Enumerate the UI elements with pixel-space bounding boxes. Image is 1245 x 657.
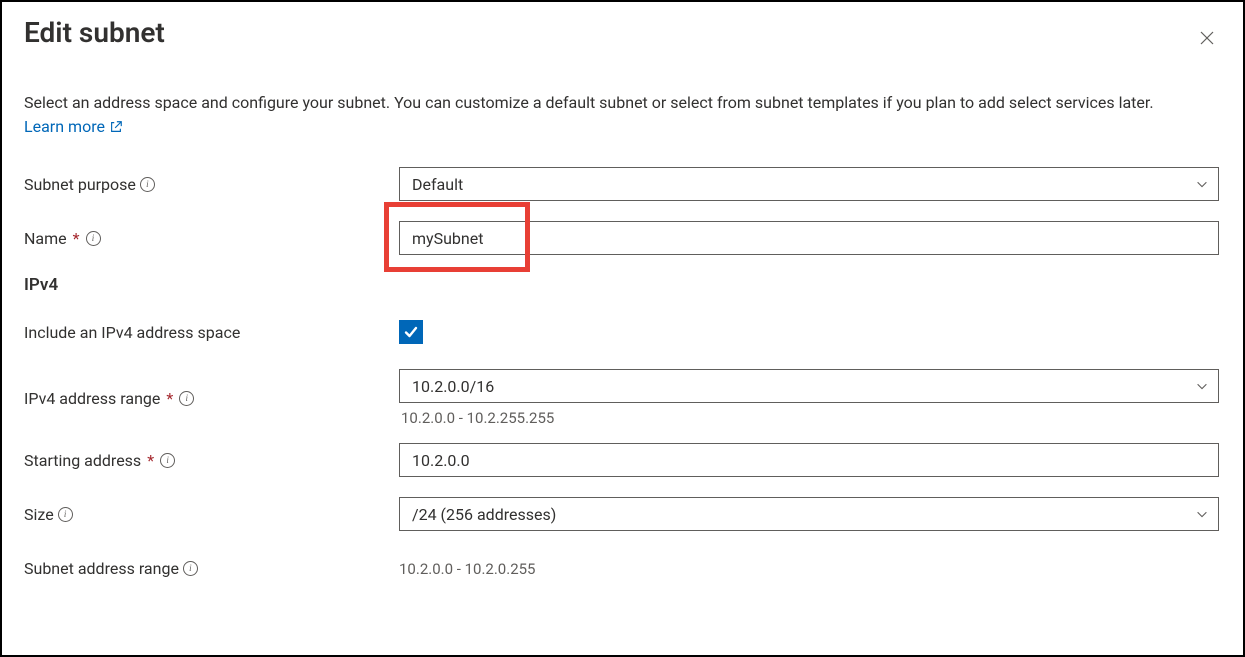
learn-more-link[interactable]: Learn more <box>24 115 123 139</box>
name-label: Name <box>24 229 67 248</box>
subnet-range-value: 10.2.0.0 - 10.2.0.255 <box>399 560 535 578</box>
ipv4-range-label: IPv4 address range <box>24 389 160 408</box>
description-text: Select an address space and configure yo… <box>24 93 1154 112</box>
info-icon[interactable]: i <box>160 453 175 468</box>
include-ipv4-label: Include an IPv4 address space <box>24 323 240 342</box>
close-button[interactable] <box>1193 24 1221 52</box>
ipv4-range-value: 10.2.0.0/16 <box>412 377 494 396</box>
external-link-icon <box>109 120 123 134</box>
info-icon[interactable]: i <box>58 507 73 522</box>
required-mark: * <box>73 229 80 248</box>
subnet-purpose-select[interactable]: Default <box>399 167 1219 201</box>
required-mark: * <box>166 389 173 408</box>
subnet-purpose-value: Default <box>412 175 463 194</box>
ipv4-range-helper: 10.2.0.0 - 10.2.255.255 <box>399 409 1219 427</box>
size-label: Size <box>24 505 54 524</box>
starting-address-label: Starting address <box>24 451 141 470</box>
close-icon <box>1199 30 1215 46</box>
info-icon[interactable]: i <box>179 391 194 406</box>
info-icon[interactable]: i <box>86 231 101 246</box>
ipv4-range-select[interactable]: 10.2.0.0/16 <box>399 369 1219 403</box>
include-ipv4-checkbox[interactable] <box>399 320 423 344</box>
info-icon[interactable]: i <box>183 561 198 576</box>
name-input[interactable] <box>399 221 1219 255</box>
subnet-purpose-label: Subnet purpose <box>24 175 136 194</box>
size-value: /24 (256 addresses) <box>412 505 556 524</box>
required-mark: * <box>147 451 154 470</box>
learn-more-label: Learn more <box>24 115 105 139</box>
size-select[interactable]: /24 (256 addresses) <box>399 497 1219 531</box>
starting-address-input[interactable] <box>399 443 1219 477</box>
panel-title: Edit subnet <box>24 16 165 49</box>
panel-description: Select an address space and configure yo… <box>24 91 1221 139</box>
check-icon <box>403 324 419 340</box>
subnet-range-label: Subnet address range <box>24 559 179 578</box>
info-icon[interactable]: i <box>140 177 155 192</box>
ipv4-section-heading: IPv4 <box>24 275 1221 295</box>
